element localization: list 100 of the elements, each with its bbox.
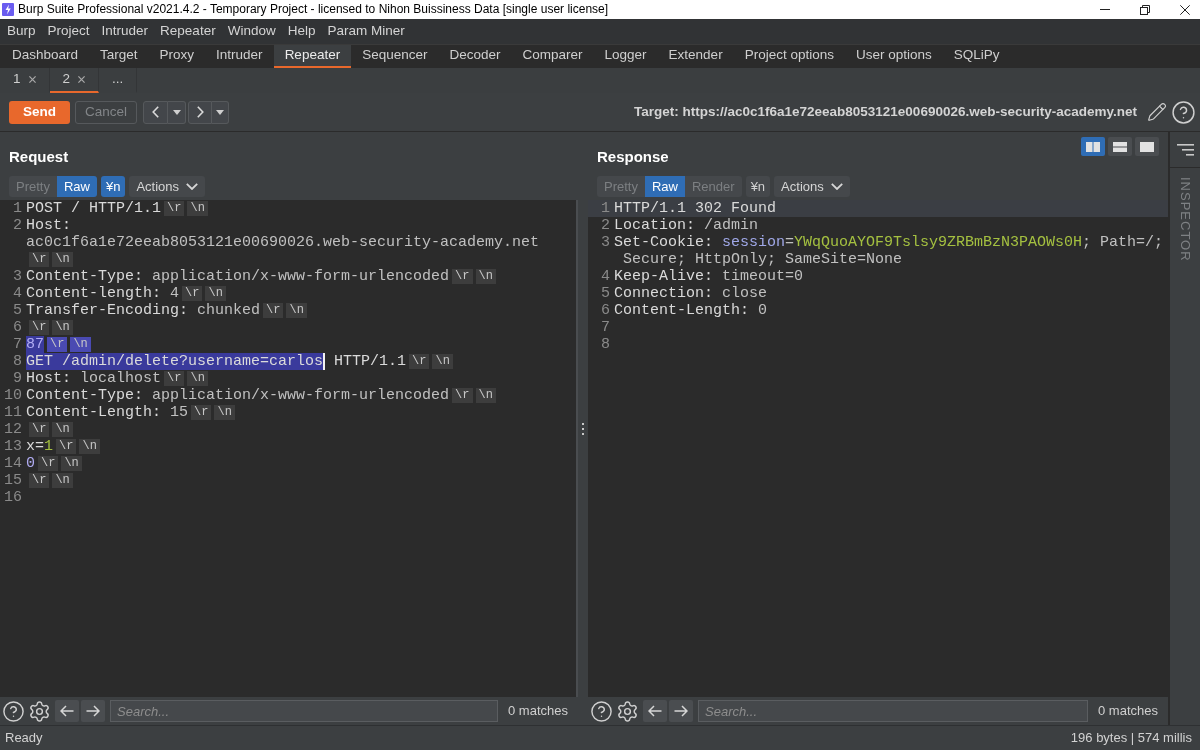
tab[interactable]: Comparer bbox=[511, 45, 594, 68]
code-text: Content-Length: bbox=[614, 302, 750, 319]
code-text: Content-Length: bbox=[26, 404, 162, 421]
line-number: 8 bbox=[12, 353, 23, 370]
chevron-left-icon bbox=[152, 106, 159, 118]
line-break-marker: \n bbox=[52, 473, 73, 488]
header-value: 4 bbox=[169, 285, 180, 302]
pencil-icon[interactable] bbox=[1147, 102, 1167, 122]
chevron-down-icon bbox=[186, 183, 199, 190]
tab[interactable]: Extender bbox=[657, 45, 734, 68]
caret-down-icon bbox=[172, 109, 181, 115]
settings-icon[interactable] bbox=[616, 699, 639, 723]
forward-history-button[interactable] bbox=[212, 100, 229, 124]
line-number: 2 bbox=[600, 217, 611, 234]
text-caret bbox=[323, 353, 326, 370]
help-icon[interactable] bbox=[1171, 99, 1196, 125]
actions-dropdown[interactable]: Actions bbox=[129, 176, 206, 197]
line-break-marker: \n bbox=[286, 303, 307, 318]
menu-item[interactable]: Project bbox=[41, 21, 96, 42]
line-break-marker: \r bbox=[452, 388, 473, 403]
tab[interactable]: Project options bbox=[733, 45, 845, 68]
menu-item[interactable]: Window bbox=[221, 21, 282, 42]
view-tab[interactable]: Raw bbox=[56, 176, 97, 197]
layout-button[interactable] bbox=[1081, 137, 1105, 156]
search-field[interactable]: Search... bbox=[110, 700, 498, 722]
line-break-marker: \r bbox=[182, 286, 203, 301]
arrow-left-icon bbox=[60, 705, 74, 717]
forward-button[interactable] bbox=[188, 100, 212, 124]
line-break-marker: \r bbox=[164, 371, 185, 386]
layout-button[interactable] bbox=[1108, 137, 1132, 156]
restore-icon[interactable] bbox=[1140, 4, 1150, 15]
tab[interactable]: Dashboard bbox=[1, 45, 90, 68]
line-break-marker: \r bbox=[56, 439, 77, 454]
tab[interactable]: Target bbox=[89, 45, 149, 68]
tab[interactable]: Intruder bbox=[205, 45, 274, 68]
layout-button[interactable] bbox=[1135, 137, 1159, 156]
tab[interactable]: SQLiPy bbox=[942, 45, 1011, 68]
line-number: 6 bbox=[12, 319, 23, 336]
line-break-marker: \r bbox=[47, 337, 68, 352]
line-break-marker: \n bbox=[214, 405, 235, 420]
cookie-name: session bbox=[722, 234, 786, 251]
code-text: Location: bbox=[614, 217, 695, 234]
back-button[interactable] bbox=[143, 100, 168, 124]
code-text: Set-Cookie: bbox=[614, 234, 715, 251]
settings-icon[interactable] bbox=[28, 699, 51, 723]
tab[interactable]: Repeater bbox=[273, 45, 352, 68]
header-value: 15 bbox=[169, 404, 189, 421]
tab[interactable]: Logger bbox=[593, 45, 658, 68]
line-break-marker: \n bbox=[205, 286, 226, 301]
target-url: Target: https://ac0c1f6a1e72eeab8053121e00690026.web-security-academy.net bbox=[633, 102, 1137, 121]
header-value: 0 bbox=[757, 302, 768, 319]
response-stats: 196 bytes | 574 millis bbox=[1070, 729, 1193, 748]
header-value: localhost bbox=[79, 370, 162, 387]
actions-dropdown[interactable]: Actions bbox=[774, 176, 850, 197]
code-text: Host: bbox=[26, 217, 72, 234]
tab[interactable]: Sequencer bbox=[351, 45, 439, 68]
menu-item[interactable]: Param Miner bbox=[321, 21, 411, 42]
line-number: 1 bbox=[12, 200, 23, 217]
line-break-marker: \n bbox=[187, 201, 208, 216]
newline-toggle[interactable]: ¥n bbox=[101, 176, 126, 197]
help-icon[interactable] bbox=[2, 699, 25, 723]
back-history-button[interactable] bbox=[168, 100, 186, 124]
tab[interactable]: User options bbox=[844, 45, 943, 68]
menu-item[interactable]: Help bbox=[281, 21, 322, 42]
previous-match-button[interactable] bbox=[643, 700, 667, 722]
line-break-marker: \n bbox=[61, 456, 82, 471]
next-match-button[interactable] bbox=[669, 700, 693, 722]
next-match-button[interactable] bbox=[81, 700, 105, 722]
header-value: application/x-www-form-urlencoded bbox=[151, 268, 450, 285]
header-value: chunked bbox=[196, 302, 261, 319]
menu-item[interactable]: Burp bbox=[1, 21, 42, 42]
view-tab[interactable]: Raw bbox=[644, 176, 685, 197]
line-number: 2 bbox=[12, 217, 23, 236]
code-text: Host: bbox=[26, 370, 71, 387]
line-number: 3 bbox=[12, 268, 23, 285]
previous-match-button[interactable] bbox=[55, 700, 79, 722]
menu-item[interactable]: Repeater bbox=[154, 21, 222, 42]
line-break-marker: \n bbox=[52, 320, 73, 335]
line-break-marker: \n bbox=[475, 388, 496, 403]
line-number: 1 bbox=[600, 200, 611, 217]
help-icon[interactable] bbox=[590, 699, 613, 723]
line-number: 5 bbox=[12, 302, 23, 319]
line-number: 5 bbox=[600, 285, 611, 302]
tab[interactable]: Proxy bbox=[148, 45, 206, 68]
chunk-size: 87 bbox=[26, 336, 44, 353]
arrow-left-icon bbox=[648, 705, 662, 717]
close-icon[interactable] bbox=[1180, 4, 1190, 15]
menu-icon[interactable] bbox=[1176, 143, 1194, 156]
menu-item[interactable]: Intruder bbox=[95, 21, 155, 42]
line-break-marker: \n bbox=[52, 252, 73, 267]
line-break-marker: \n bbox=[187, 371, 208, 386]
line-number: 6 bbox=[600, 302, 611, 319]
search-field[interactable]: Search... bbox=[698, 700, 1088, 722]
tab[interactable]: Decoder bbox=[438, 45, 512, 68]
header-value: close bbox=[721, 285, 768, 302]
line-break-marker: \r bbox=[191, 405, 212, 420]
code-text: HTTP/1.1 302 Found bbox=[614, 200, 777, 217]
newline-toggle[interactable]: ¥n bbox=[745, 176, 771, 197]
line-number: 12 bbox=[3, 421, 23, 438]
code-text: Content-Type: bbox=[26, 268, 144, 285]
